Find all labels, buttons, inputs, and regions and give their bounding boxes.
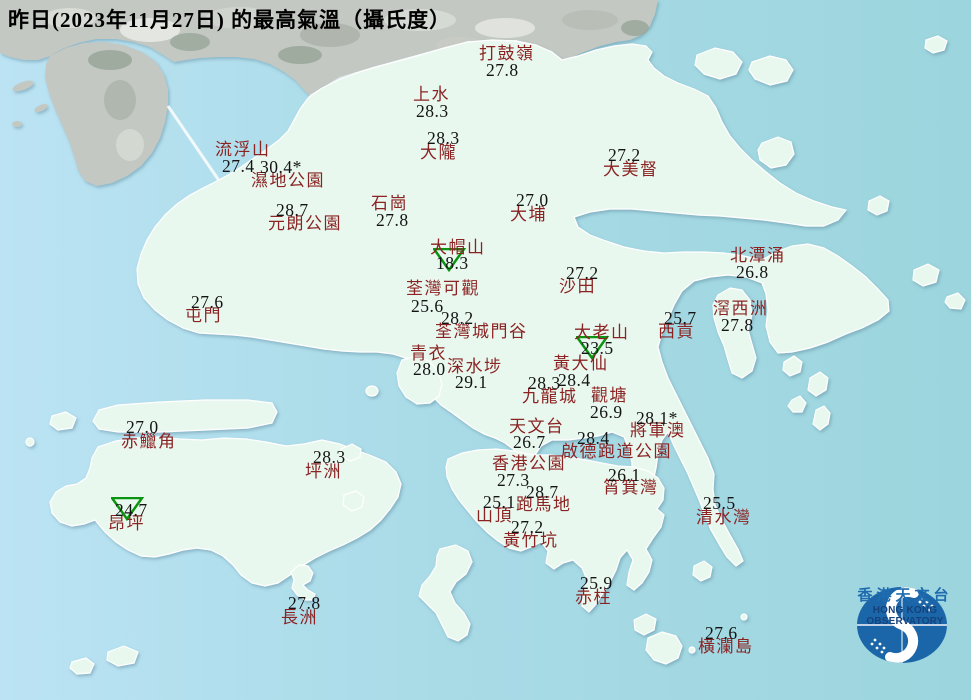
station-value: 27.3 [497,470,530,490]
station-value: 26.8 [736,262,769,282]
station-value: 26.7 [513,432,546,452]
station-value: 28.3 [416,101,449,121]
station-value: 26.1 [608,465,641,485]
station-value: 28.4 [577,428,610,448]
station-value: 25.7 [664,308,697,328]
station-value: 28.3 [313,447,346,467]
station-value: 28.1* [636,408,678,428]
station-value: 27.6 [705,623,738,643]
station-value: 26.9 [590,402,623,422]
station-value: 29.1 [455,372,488,392]
hong-kong-map [0,0,971,700]
station-value: 25.1 [483,492,516,512]
station-value: 28.4 [558,370,591,390]
station-value: 27.6 [191,292,224,312]
station-value: 27.0 [516,190,549,210]
station-value: 27.0 [126,417,159,437]
hko-max-temp-map-screen: 昨日(2023年11月27日) 的最高氣溫（攝氏度） 打鼓嶺 27.8 上水 28.3… [0,0,971,700]
station-value: 25.5 [703,493,736,513]
station-value: 27.2 [608,145,641,165]
station-value: 25.9 [580,573,613,593]
station-value: 25.6 [411,296,444,316]
hko-logo-text: 香港天文台 HONG KONG OBSERVATORY [846,582,964,627]
station-value: 27.8 [376,210,409,230]
station-value: 27.8 [721,315,754,335]
station-value: 28.0 [413,359,446,379]
station-value: 24.7 [115,500,148,520]
station-value: 27.2 [566,263,599,283]
station-value: 27.2 [511,517,544,537]
station-value: 18.3 [436,253,469,273]
station-value: 28.7 [276,200,309,220]
hko-logo-chinese-name: 香港天文台 [857,587,953,604]
station-value: 28.2 [441,308,474,328]
station-value: 30.4* [260,157,302,177]
station-value: 27.8 [486,60,519,80]
station-value: 27.8 [288,593,321,613]
map-title: 昨日(2023年11月27日) 的最高氣溫（攝氏度） [8,8,452,32]
station-name-label: 荃灣可觀 [406,279,480,298]
station-value: 28.3 [528,373,561,393]
station-value: 28.7 [526,482,559,502]
hko-logo-english-name: HONG KONG OBSERVATORY [866,605,944,627]
station-value: 28.3 [427,128,460,148]
station-value: 27.4 [222,156,255,176]
